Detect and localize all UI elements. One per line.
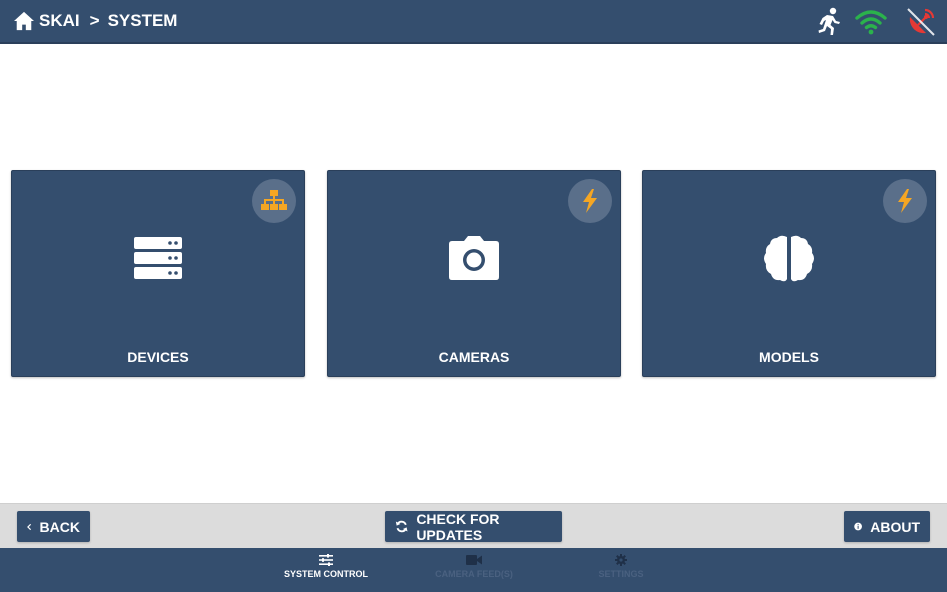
running-person-icon[interactable]	[813, 6, 845, 38]
nav-camera-feeds[interactable]: CAMERA FEED(S)	[414, 554, 534, 579]
wifi-icon[interactable]	[855, 6, 887, 38]
nav-camera-feeds-label: CAMERA FEED(S)	[435, 569, 513, 579]
models-badge	[883, 179, 927, 223]
brain-icon	[764, 235, 814, 282]
gear-icon	[615, 554, 627, 566]
lightning-bolt-icon	[583, 189, 597, 213]
nav-settings[interactable]: SETTINGS	[561, 554, 681, 579]
breadcrumb-separator: >	[89, 11, 100, 30]
devices-card[interactable]: DEVICES	[11, 170, 305, 377]
nav-system-control-label: SYSTEM CONTROL	[283, 569, 368, 579]
check-for-updates-label: CHECK FOR UPDATES	[416, 510, 500, 543]
devices-badge	[252, 179, 296, 223]
network-hierarchy-icon	[261, 190, 287, 210]
cameras-badge	[568, 179, 612, 223]
lightning-bolt-icon	[898, 189, 912, 213]
cameras-label: CAMERAS	[438, 349, 510, 365]
refresh-icon	[395, 520, 408, 533]
server-icon	[134, 237, 182, 279]
breadcrumb-root[interactable]: SKAI	[39, 11, 80, 31]
chevron-left-icon	[27, 523, 32, 530]
info-icon	[854, 522, 862, 531]
satellite-dish-icon[interactable]	[905, 6, 937, 38]
about-button[interactable]: ABOUT	[844, 511, 930, 542]
check-for-updates-button[interactable]: CHECK FOR UPDATES	[385, 510, 562, 543]
action-toolbar: BACK CHECK FOR UPDATES ABOUT	[0, 503, 947, 548]
sliders-icon	[319, 554, 333, 566]
models-card[interactable]: MODELS	[642, 170, 936, 377]
bottom-navigation: SYSTEM CONTROL CAMERA FEED(S) SETTINGS	[0, 548, 947, 592]
camera-icon	[449, 236, 499, 280]
breadcrumb-current: SYSTEM	[107, 11, 178, 30]
top-bar: SKAI > SYSTEM	[0, 0, 947, 44]
home-icon[interactable]	[13, 11, 35, 31]
models-label: MODELS	[759, 349, 819, 365]
nav-settings-label: SETTINGS	[598, 569, 644, 579]
about-button-label: ABOUT	[870, 518, 920, 535]
cameras-card[interactable]: CAMERAS	[327, 170, 621, 377]
video-camera-icon	[466, 555, 482, 565]
nav-system-control[interactable]: SYSTEM CONTROL	[266, 554, 386, 579]
breadcrumb: SKAI > SYSTEM	[13, 11, 177, 31]
back-button[interactable]: BACK	[17, 511, 90, 542]
devices-label: DEVICES	[127, 349, 189, 365]
back-button-label: BACK	[39, 518, 80, 535]
